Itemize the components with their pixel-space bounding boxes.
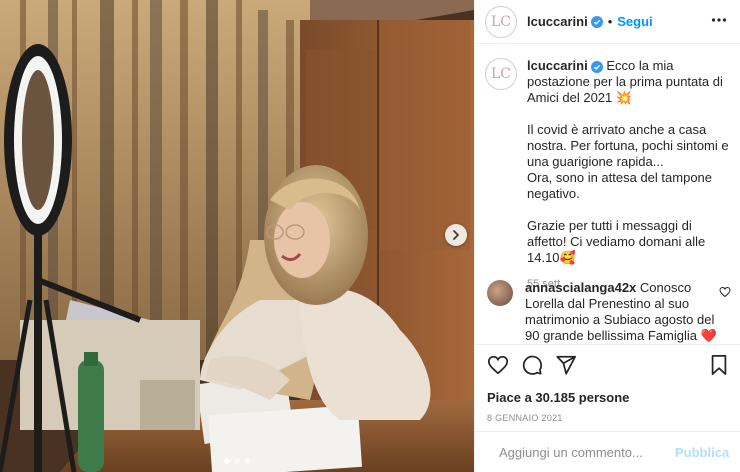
post-actions: Piace a 30.185 persone 8 GENNAIO 2021 (475, 344, 740, 423)
photo-illustration (0, 0, 474, 472)
publish-button[interactable]: Pubblica (675, 445, 729, 460)
username-link[interactable]: lcuccarini (527, 14, 588, 29)
post-photo[interactable] (0, 0, 474, 472)
caption-body: lcuccarini Ecco la mia postazione per la… (527, 58, 733, 292)
follow-button[interactable]: Segui (617, 14, 652, 29)
verified-icon (590, 15, 603, 28)
save-icon (711, 354, 727, 376)
like-count[interactable]: Piace a 30.185 persone (487, 390, 731, 405)
more-icon[interactable] (711, 12, 727, 28)
comment-icon (522, 355, 543, 375)
caption-username[interactable]: lcuccarini (527, 58, 588, 73)
carousel-dot (224, 458, 230, 464)
post-date[interactable]: 8 GENNAIO 2021 (487, 413, 731, 423)
carousel-dot (244, 458, 250, 464)
like-button[interactable] (487, 354, 509, 376)
action-icons-row (487, 353, 731, 377)
caption-content: Ecco la mia postazione per la prima punt… (527, 58, 729, 265)
comment-body: annascialanga42x Conosco Lorella dal Pre… (525, 280, 721, 344)
heart-icon (487, 355, 509, 375)
post-sidebar: LC lcuccarini • Segui LC lcuccarini Ecco… (474, 0, 740, 472)
comment-item: annascialanga42x Conosco Lorella dal Pre… (487, 280, 731, 344)
caption-avatar[interactable]: LC (485, 58, 517, 90)
chevron-right-icon (453, 230, 460, 240)
comment-button[interactable] (521, 354, 543, 376)
share-icon (556, 355, 577, 375)
comment-avatar[interactable] (487, 280, 513, 306)
comment-username[interactable]: annascialanga42x (525, 280, 636, 295)
post-header: LC lcuccarini • Segui (475, 0, 740, 44)
carousel-next-button[interactable] (445, 224, 467, 246)
carousel-indicator (0, 458, 474, 464)
verified-icon (590, 60, 603, 73)
separator-dot: • (607, 14, 613, 29)
share-button[interactable] (555, 354, 577, 376)
avatar[interactable]: LC (485, 5, 517, 38)
post-caption: LC lcuccarini Ecco la mia postazione per… (485, 58, 733, 292)
caption-text: lcuccarini Ecco la mia postazione per la… (527, 58, 733, 266)
comment-composer: Pubblica (475, 431, 740, 472)
save-button[interactable] (709, 354, 729, 376)
carousel-dot (234, 458, 240, 464)
comment-input[interactable] (499, 444, 675, 460)
comment-like-icon[interactable] (719, 286, 731, 298)
